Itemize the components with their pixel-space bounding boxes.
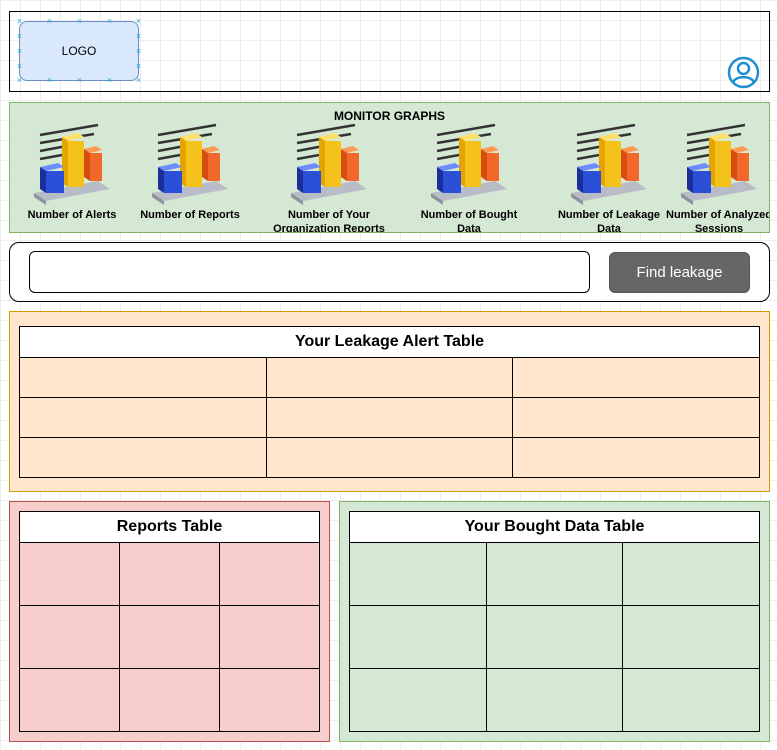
table-cell[interactable] (512, 397, 760, 438)
selection-handle[interactable]: × (134, 32, 143, 41)
table-row (19, 605, 320, 669)
graph-item-3[interactable]: Number of Your Organization Reports (270, 123, 388, 233)
graph-item-2[interactable]: Number of Reports (131, 123, 249, 222)
table-row (19, 437, 760, 478)
table-cell[interactable] (512, 357, 760, 398)
bar-chart-icon (571, 123, 647, 205)
table-row (19, 542, 320, 606)
selection-handle[interactable]: × (15, 32, 24, 41)
selection-handle[interactable]: × (134, 76, 143, 85)
graph-label: Number of Reports (140, 209, 240, 221)
table-cell[interactable] (19, 668, 120, 732)
graph-label: Number of Analyzed Sessions (666, 209, 770, 233)
table-row (349, 605, 760, 669)
graph-item-5[interactable]: Number of Leakage Data (550, 123, 668, 233)
table-cell[interactable] (19, 605, 120, 669)
graph-item-4[interactable]: Number of Bought Data (410, 123, 528, 233)
monitor-graphs-title: MONITOR GRAPHS (333, 109, 446, 123)
graph-label: Number of Bought Data (420, 209, 518, 233)
monitor-graphs-panel: MONITOR GRAPHS Number of Alerts Number o… (9, 102, 770, 233)
selection-handle[interactable]: × (105, 76, 114, 85)
bar-chart-icon (152, 123, 228, 205)
selection-handle[interactable]: × (105, 17, 114, 26)
table-cell[interactable] (485, 605, 624, 669)
table-cell[interactable] (119, 605, 220, 669)
selection-handle[interactable]: × (134, 62, 143, 71)
table-cell[interactable] (265, 397, 514, 438)
table-cell[interactable] (119, 542, 220, 606)
table-cell[interactable] (485, 668, 624, 732)
table-cell[interactable] (622, 668, 760, 732)
graph-label: Number of Alerts (27, 209, 117, 221)
logo[interactable]: LOGO × × × × × × × × × × × × × × × × (17, 17, 141, 85)
table-cell[interactable] (19, 397, 267, 438)
table-cell[interactable] (19, 437, 267, 478)
table-cell[interactable] (19, 357, 267, 398)
bar-chart-icon (681, 123, 757, 205)
selection-handle[interactable]: × (45, 76, 54, 85)
table-title: Your Leakage Alert Table (19, 326, 760, 358)
graph-label: Number of Leakage Data (557, 209, 661, 233)
selection-handle[interactable]: × (75, 17, 84, 26)
selection-handle[interactable]: × (15, 47, 24, 56)
selection-handle[interactable]: × (134, 47, 143, 56)
user-circle-icon[interactable] (727, 56, 760, 89)
reports-table: Reports Table (19, 511, 320, 732)
graph-item-6[interactable]: Number of Analyzed Sessions (660, 123, 770, 233)
table-cell[interactable] (265, 357, 514, 398)
graph-item-1[interactable]: Number of Alerts (13, 123, 131, 222)
table-cell[interactable] (219, 605, 320, 669)
bar-chart-icon (431, 123, 507, 205)
selection-handle[interactable]: × (45, 17, 54, 26)
table-cell[interactable] (265, 437, 514, 478)
selection-handle[interactable]: × (75, 76, 84, 85)
table-title: Your Bought Data Table (349, 511, 760, 543)
logo-text: LOGO (61, 44, 97, 58)
table-cell[interactable] (622, 542, 760, 606)
table-row (349, 542, 760, 606)
table-cell[interactable] (622, 605, 760, 669)
table-cell[interactable] (485, 542, 624, 606)
table-title: Reports Table (19, 511, 320, 543)
table-row (19, 357, 760, 398)
table-row (19, 397, 760, 438)
search-input[interactable] (29, 251, 590, 293)
bar-chart-icon (291, 123, 367, 205)
bought-data-table: Your Bought Data Table (349, 511, 760, 732)
table-cell[interactable] (119, 668, 220, 732)
find-leakage-button[interactable]: Find leakage (609, 252, 750, 293)
table-row (19, 668, 320, 732)
table-cell[interactable] (349, 542, 487, 606)
table-cell[interactable] (349, 668, 487, 732)
selection-handle[interactable]: × (15, 76, 24, 85)
table-row (349, 668, 760, 732)
table-cell[interactable] (19, 542, 120, 606)
selection-handle[interactable]: × (134, 17, 143, 26)
selection-handle[interactable]: × (15, 62, 24, 71)
graph-label: Number of Your Organization Reports (273, 209, 385, 233)
table-cell[interactable] (349, 605, 487, 669)
table-cell[interactable] (219, 542, 320, 606)
selection-handle[interactable]: × (15, 17, 24, 26)
table-cell[interactable] (512, 437, 760, 478)
bar-chart-icon (34, 123, 110, 205)
table-cell[interactable] (219, 668, 320, 732)
leakage-alert-table: Your Leakage Alert Table (19, 326, 760, 478)
